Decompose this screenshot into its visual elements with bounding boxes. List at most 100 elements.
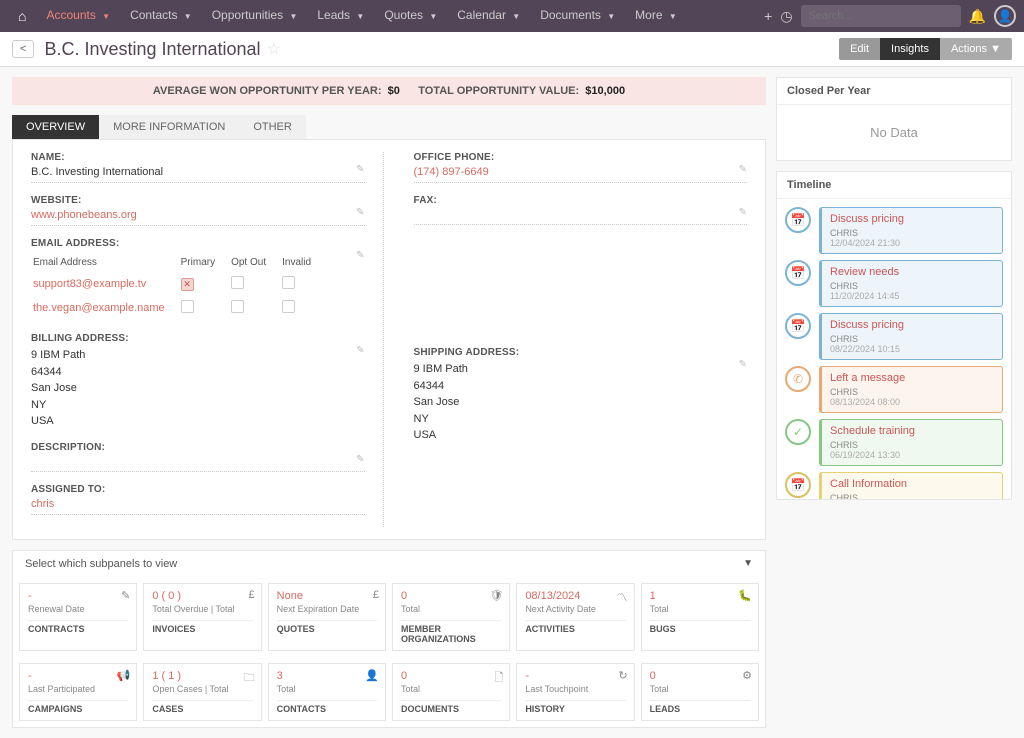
pencil-icon[interactable]: ✎ [739, 164, 747, 175]
subpanel-activities[interactable]: 〽08/13/2024Next Activity DateACTIVITIES [516, 583, 634, 651]
timeline-card: Timeline 📅Discuss pricingCHRIS12/04/2024… [776, 171, 1012, 500]
tab-more-information[interactable]: MORE INFORMATION [99, 115, 239, 139]
website-link[interactable]: www.phonebeans.org [31, 209, 365, 226]
subpanel-quotes[interactable]: £NoneNext Expiration DateQUOTES [268, 583, 386, 651]
subpanel-icon: ⚙ [742, 669, 752, 682]
favorite-star-icon[interactable]: ☆ [267, 39, 281, 59]
phone-label: OFFICE PHONE: [414, 152, 748, 163]
timeline-item[interactable]: ✆Left a messageCHRIS08/13/2024 08:00 [785, 366, 1003, 413]
page-title: B.C. Investing International [44, 39, 260, 60]
timeline-type-icon: 📅 [785, 260, 811, 286]
subpanel-contacts[interactable]: 👤3TotalCONTACTS [268, 663, 386, 721]
subpanel-icon: 🛡 [489, 589, 503, 602]
subpanel-icon: 🗀 [244, 669, 255, 688]
subpanel-icon: ↻ [618, 669, 627, 682]
timeline-type-icon: 📅 [785, 313, 811, 339]
billing-label: BILLING ADDRESS: [31, 333, 365, 344]
home-icon[interactable]: ⌂ [8, 8, 36, 24]
subpanel-invoices[interactable]: £0 ( 0 )Total Overdue | TotalINVOICES [143, 583, 261, 651]
subpanel-title: Select which subpanels to view [25, 558, 177, 570]
subpanel-history[interactable]: ↻-Last TouchpointHISTORY [516, 663, 634, 721]
nav-more[interactable]: More ▼ [625, 0, 687, 33]
pencil-icon[interactable]: ✎ [739, 207, 747, 218]
email-label: EMAIL ADDRESS: [31, 238, 365, 249]
timeline-item[interactable]: 📅Review needsCHRIS11/20/2024 14:45 [785, 260, 1003, 307]
subpanel-icon: 👤 [365, 669, 379, 682]
subpanel-icon: 〽 [617, 589, 628, 605]
invalid-checkbox[interactable] [282, 276, 295, 289]
fax-label: FAX: [414, 195, 748, 206]
name-label: NAME: [31, 152, 365, 163]
pencil-icon[interactable]: ✎ [356, 164, 364, 175]
timeline-item[interactable]: ✓Schedule trainingCHRIS06/19/2024 13:30 [785, 419, 1003, 466]
subpanel-campaigns[interactable]: 📢-Last ParticipatedCAMPAIGNS [19, 663, 137, 721]
primary-checkbox[interactable]: ✕ [181, 278, 194, 291]
nav-contacts[interactable]: Contacts ▼ [120, 0, 202, 33]
subpanel-contracts[interactable]: ✎-Renewal DateCONTRACTS [19, 583, 137, 651]
stats-banner: AVERAGE WON OPPORTUNITY PER YEAR: $0 TOT… [12, 77, 766, 105]
email-link[interactable]: support83@example.tv [33, 273, 179, 295]
pencil-icon[interactable]: ✎ [356, 345, 364, 356]
timeline-type-icon: ✆ [785, 366, 811, 392]
page-header: < B.C. Investing International ☆ Edit In… [0, 32, 1024, 67]
create-icon[interactable]: + [764, 8, 772, 24]
subpanel-icon: £ [249, 589, 255, 601]
timeline-item[interactable]: 📅Call InformationCHRIS04/27/2024 09:37 [785, 472, 1003, 499]
closed-per-year-card: Closed Per Year No Data [776, 77, 1012, 161]
timeline-type-icon: 📅 [785, 207, 811, 233]
subpanel-icon: 🐛 [738, 589, 752, 602]
subpanel-leads[interactable]: ⚙0TotalLEADS [641, 663, 759, 721]
subpanel-member organizations[interactable]: 🛡0TotalMEMBER ORGANIZATIONS [392, 583, 510, 651]
email-link[interactable]: the.vegan@example.name [33, 297, 179, 319]
primary-checkbox[interactable] [181, 300, 194, 313]
optout-checkbox[interactable] [231, 276, 244, 289]
pencil-icon[interactable]: ✎ [356, 250, 364, 261]
insights-button[interactable]: Insights [880, 38, 940, 60]
tab-other[interactable]: OTHER [239, 115, 306, 139]
timeline-type-icon: ✓ [785, 419, 811, 445]
subpanel-icon: £ [373, 589, 379, 601]
tab-overview[interactable]: OVERVIEW [12, 115, 99, 139]
optout-checkbox[interactable] [231, 300, 244, 313]
phone-link[interactable]: (174) 897-6649 [414, 166, 748, 183]
history-icon[interactable]: ◷ [780, 8, 792, 25]
invalid-checkbox[interactable] [282, 300, 295, 313]
shipping-label: SHIPPING ADDRESS: [414, 347, 748, 358]
pencil-icon[interactable]: ✎ [739, 359, 747, 370]
billing-address: 9 IBM Path64344San JoseNYUSA [31, 347, 365, 430]
assigned-label: ASSIGNED TO: [31, 484, 365, 495]
nav-quotes[interactable]: Quotes ▼ [374, 0, 447, 33]
timeline-type-icon: 📅 [785, 472, 811, 498]
website-label: WEBSITE: [31, 195, 365, 206]
nav-leads[interactable]: Leads ▼ [307, 0, 374, 33]
collapse-icon[interactable]: ▼ [743, 558, 753, 570]
shipping-address: 9 IBM Path64344San JoseNYUSA [414, 361, 748, 444]
pencil-icon[interactable]: ✎ [356, 207, 364, 218]
notifications-icon[interactable]: 🔔 [969, 8, 986, 25]
nav-accounts[interactable]: Accounts ▼ [36, 0, 120, 33]
nav-calendar[interactable]: Calendar ▼ [447, 0, 530, 33]
subpanel-bugs[interactable]: 🐛1TotalBUGS [641, 583, 759, 651]
subpanel-icon: 📢 [117, 669, 131, 682]
assigned-link[interactable]: chris [31, 498, 365, 515]
edit-button[interactable]: Edit [839, 38, 880, 60]
actions-button[interactable]: Actions ▼ [940, 38, 1012, 60]
subpanel-cases[interactable]: 🗀1 ( 1 )Open Cases | TotalCASES [143, 663, 261, 721]
top-nav: ⌂ Accounts ▼Contacts ▼Opportunities ▼Lea… [0, 0, 1024, 32]
subpanels: Select which subpanels to view ▼ ✎-Renew… [12, 550, 766, 728]
no-data-text: No Data [777, 105, 1011, 160]
subpanel-documents[interactable]: 🗋0TotalDOCUMENTS [392, 663, 510, 721]
overview-panel: NAME: B.C. Investing International ✎ WEB… [12, 139, 766, 540]
back-button[interactable]: < [12, 40, 34, 58]
search-input[interactable] [801, 5, 961, 27]
nav-opportunities[interactable]: Opportunities ▼ [202, 0, 308, 33]
description-label: DESCRIPTION: [31, 442, 365, 453]
timeline-item[interactable]: 📅Discuss pricingCHRIS12/04/2024 21:30 [785, 207, 1003, 254]
name-value: B.C. Investing International [31, 166, 365, 183]
nav-documents[interactable]: Documents ▼ [530, 0, 625, 33]
user-avatar-icon[interactable]: 👤 [994, 5, 1016, 27]
subpanel-icon: 🗋 [494, 669, 503, 688]
subpanel-icon: ✎ [121, 589, 130, 602]
pencil-icon[interactable]: ✎ [356, 454, 364, 465]
timeline-item[interactable]: 📅Discuss pricingCHRIS08/22/2024 10:15 [785, 313, 1003, 360]
